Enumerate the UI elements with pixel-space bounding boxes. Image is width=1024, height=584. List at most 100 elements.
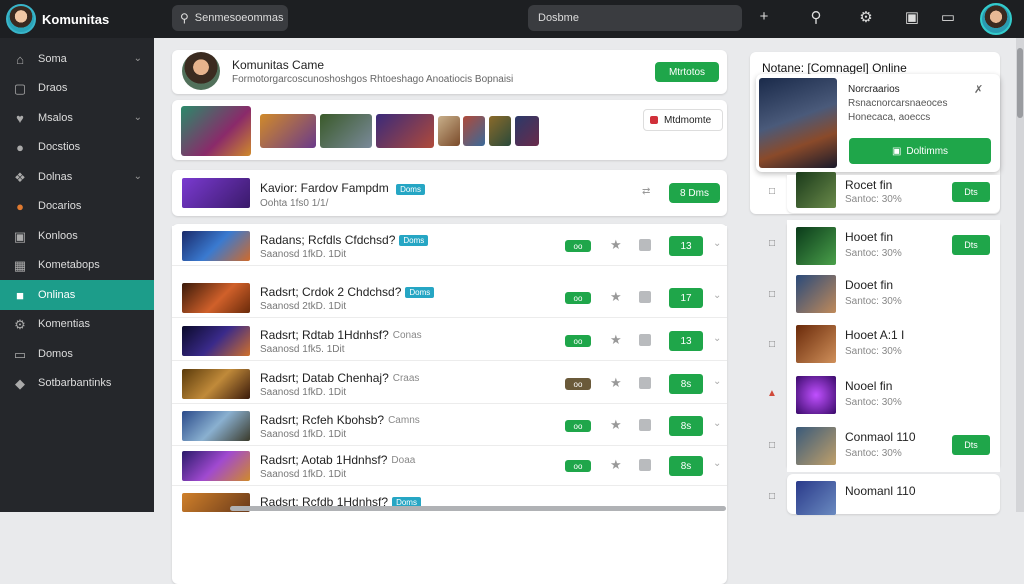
- search-icon[interactable]: ⚲: [806, 8, 826, 26]
- sidebar-item-dolnas[interactable]: ❖ Dolnas ⌄: [0, 162, 154, 192]
- game-row[interactable]: Radsrt; Crdok 2 Chdchsd? Doms Saanosd 2tk…: [172, 278, 727, 318]
- play-button[interactable]: 8s: [669, 456, 703, 476]
- feature-action-label: Doltimms: [906, 145, 949, 157]
- sidebar-item-label: Komentias: [38, 318, 90, 331]
- play-button[interactable]: 17: [669, 288, 703, 308]
- sidebar-item-sotbarbantinks[interactable]: ◆ Sotbarbantinks: [0, 369, 154, 399]
- star-icon[interactable]: ★: [610, 237, 622, 253]
- game-row-featured[interactable]: Kavior: Fardov Fampdm Doms Oohta 1fs0 1/…: [172, 170, 727, 216]
- game-row[interactable]: Radans; Rcfdls Cfdchsd? Doms Saanosd 1fkD…: [172, 226, 727, 266]
- chat-icon[interactable]: □: [766, 289, 778, 300]
- sidebar-item-kometabops[interactable]: ▦ Kometabops: [0, 251, 154, 281]
- online-row[interactable]: Rocet fin Santoc: 30% Dts: [787, 168, 1000, 212]
- game-thumbnail[interactable]: [489, 116, 511, 146]
- chevron-down-icon[interactable]: ⌄: [713, 333, 721, 344]
- game-subtitle: Oohta 1fs0 1/1/: [260, 198, 329, 209]
- play-button[interactable]: 8s: [669, 374, 703, 394]
- star-icon[interactable]: ★: [610, 289, 622, 305]
- chevron-down-icon[interactable]: ⌄: [713, 376, 721, 387]
- game-thumbnail[interactable]: [463, 116, 485, 146]
- star-icon[interactable]: ★: [610, 375, 622, 391]
- star-icon[interactable]: ★: [610, 332, 622, 348]
- play-button[interactable]: 8 Dms: [669, 183, 720, 203]
- settings-icon[interactable]: ⚙: [856, 8, 876, 26]
- compass-icon: ❖: [14, 169, 26, 185]
- online-row[interactable]: Dooet fin Santoc: 30%: [787, 268, 1000, 320]
- screen-icon[interactable]: ▭: [938, 8, 958, 26]
- game-row[interactable]: Radsrt; Aotab 1Hdnhsf? Doaa Saanosd 1fkD.…: [172, 446, 727, 486]
- folder-icon: ▢: [13, 81, 27, 97]
- sidebar-item-msalos[interactable]: ♥ Msalos ⌄: [0, 103, 154, 133]
- bookmark-icon[interactable]: [639, 239, 651, 251]
- chat-icon[interactable]: □: [766, 339, 778, 350]
- sidebar-item-docarios[interactable]: ● Docarios: [0, 192, 154, 222]
- player-name: Conmaol 110: [845, 430, 916, 444]
- share-icon[interactable]: ⇄: [642, 186, 650, 197]
- game-subtitle: Saanosd 1fk5. 1Dit: [260, 344, 345, 355]
- online-row[interactable]: Hooet fin Santoc: 30% Dts: [787, 220, 1000, 272]
- game-thumbnail[interactable]: [376, 114, 434, 148]
- chat-icon[interactable]: □: [766, 186, 778, 197]
- tag-icon: ◆: [15, 376, 25, 392]
- play-button[interactable]: 8s: [669, 416, 703, 436]
- brand[interactable]: Komunitas: [0, 0, 154, 38]
- game-title-line: Radsrt; Rdtab 1Hdnhsf? Conas: [260, 328, 422, 342]
- sidebar-item-onlinas[interactable]: ■ Onlinas: [0, 280, 154, 310]
- gamepad-icon[interactable]: ▣: [902, 8, 922, 26]
- plus-icon[interactable]: +: [754, 8, 774, 25]
- play-button[interactable]: 13: [669, 236, 703, 256]
- online-row[interactable]: Noomanl 110: [787, 474, 1000, 515]
- sidebar-item-konloos[interactable]: ▣ Konloos: [0, 221, 154, 251]
- sidebar-item-label: Docarios: [38, 200, 82, 213]
- bookmark-icon[interactable]: [639, 291, 651, 303]
- invite-button[interactable]: Dts: [952, 435, 990, 455]
- star-icon[interactable]: ★: [610, 457, 622, 473]
- play-button[interactable]: 13: [669, 331, 703, 351]
- gift-icon[interactable]: ▲: [766, 388, 778, 399]
- invite-button[interactable]: Dts: [952, 182, 990, 202]
- community-title: Komunitas Came: [232, 58, 325, 72]
- player-name: Hooet A:1 I: [845, 328, 905, 342]
- notify-button[interactable]: Mtdmomte: [643, 109, 723, 131]
- chevron-down-icon[interactable]: ⌄: [713, 418, 721, 429]
- featured-thumbnail[interactable]: [181, 106, 251, 156]
- game-thumbnail[interactable]: [260, 114, 316, 148]
- scrollbar-thumb[interactable]: [1017, 48, 1023, 118]
- search-input[interactable]: ⚲ Senmesoeommas: [172, 5, 288, 31]
- close-icon[interactable]: ✗: [974, 83, 983, 96]
- game-thumbnail[interactable]: [320, 114, 372, 148]
- star-icon[interactable]: ★: [610, 417, 622, 433]
- chevron-down-icon[interactable]: ⌄: [713, 290, 721, 301]
- invite-button[interactable]: Dts: [952, 235, 990, 255]
- center-search-input[interactable]: Dosbme: [528, 5, 742, 31]
- online-row[interactable]: Hooet A:1 I Santoc: 30%: [787, 318, 1000, 370]
- bookmark-icon[interactable]: [639, 377, 651, 389]
- online-row[interactable]: Nooel fin Santoc: 30%: [787, 369, 1000, 421]
- sidebar-item-soma[interactable]: ⌂ Soma ⌄: [0, 44, 154, 74]
- online-row[interactable]: Conmaol 110 Santoc: 30% Dts: [787, 420, 1000, 472]
- player-name: Nooel fin: [845, 379, 893, 393]
- sidebar-item-domos[interactable]: ▭ Domos: [0, 339, 154, 369]
- sidebar-item-docstios[interactable]: ● Docstios: [0, 133, 154, 163]
- horizontal-scrollbar[interactable]: [230, 506, 726, 511]
- chat-icon[interactable]: □: [766, 440, 778, 451]
- sidebar-item-komentias[interactable]: ⚙ Komentias: [0, 310, 154, 340]
- game-row[interactable]: Radsrt; Datab Chenhaj? Craas Saanosd 1fkD…: [172, 364, 727, 404]
- bookmark-icon[interactable]: [639, 459, 651, 471]
- bookmark-icon[interactable]: [639, 419, 651, 431]
- vertical-scrollbar[interactable]: [1016, 38, 1024, 512]
- chat-icon[interactable]: □: [766, 238, 778, 249]
- chevron-down-icon[interactable]: ⌄: [713, 238, 721, 249]
- game-thumbnail[interactable]: [438, 116, 460, 146]
- chat-icon[interactable]: □: [766, 491, 778, 502]
- sidebar-item-draos[interactable]: ▢ Draos: [0, 74, 154, 104]
- bookmark-icon[interactable]: [639, 334, 651, 346]
- join-button[interactable]: Mtrtotos: [655, 62, 719, 82]
- game-row[interactable]: Radsrt; Rdtab 1Hdnhsf? Conas Saanosd 1fk5…: [172, 321, 727, 361]
- chevron-down-icon[interactable]: ⌄: [713, 458, 721, 469]
- user-avatar[interactable]: [980, 3, 1012, 35]
- player-status: Santoc: 30%: [845, 296, 902, 307]
- game-row[interactable]: Radsrt; Rcfeh Kbohsb? Camns Saanosd 1fkD.…: [172, 406, 727, 446]
- feature-action-button[interactable]: ▣ Doltimms: [849, 138, 991, 164]
- game-thumbnail[interactable]: [515, 116, 539, 146]
